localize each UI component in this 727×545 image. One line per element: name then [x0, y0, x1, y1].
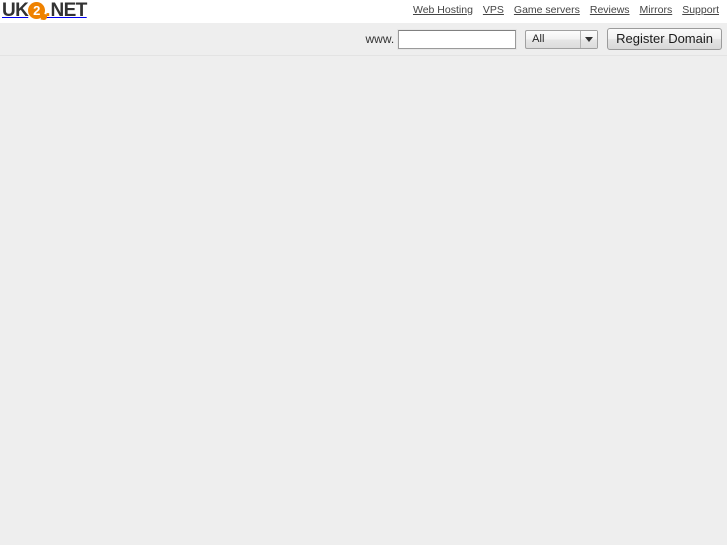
site-header: UK 2 . NET Web Hosting VPS Game servers … [0, 0, 727, 23]
domain-search-bar: www. All Register Domain [0, 23, 727, 56]
chevron-down-glyph [585, 36, 594, 42]
domain-search-input[interactable] [398, 29, 517, 49]
nav-mirrors[interactable]: Mirrors [640, 4, 673, 16]
primary-nav: Web Hosting VPS Game servers Reviews Mir… [413, 4, 719, 16]
tld-select-value: All [532, 33, 545, 45]
logo-text-prefix: UK [2, 0, 29, 21]
chevron-down-icon[interactable] [580, 30, 598, 48]
logo-badge-icon: 2 [28, 2, 48, 21]
nav-web-hosting[interactable]: Web Hosting [413, 4, 473, 16]
www-prefix-label: www. [365, 32, 395, 46]
nav-game-servers[interactable]: Game servers [514, 4, 580, 16]
site-logo[interactable]: UK 2 . NET [2, 0, 87, 21]
domain-search-form: www. All Register Domain [365, 23, 722, 55]
nav-support[interactable]: Support [682, 4, 719, 16]
page-content [0, 56, 727, 545]
logo-text-suffix: NET [50, 0, 88, 21]
nav-vps[interactable]: VPS [483, 4, 504, 16]
nav-reviews[interactable]: Reviews [590, 4, 630, 16]
tld-select[interactable]: All [525, 29, 599, 49]
register-domain-button[interactable]: Register Domain [607, 28, 722, 50]
